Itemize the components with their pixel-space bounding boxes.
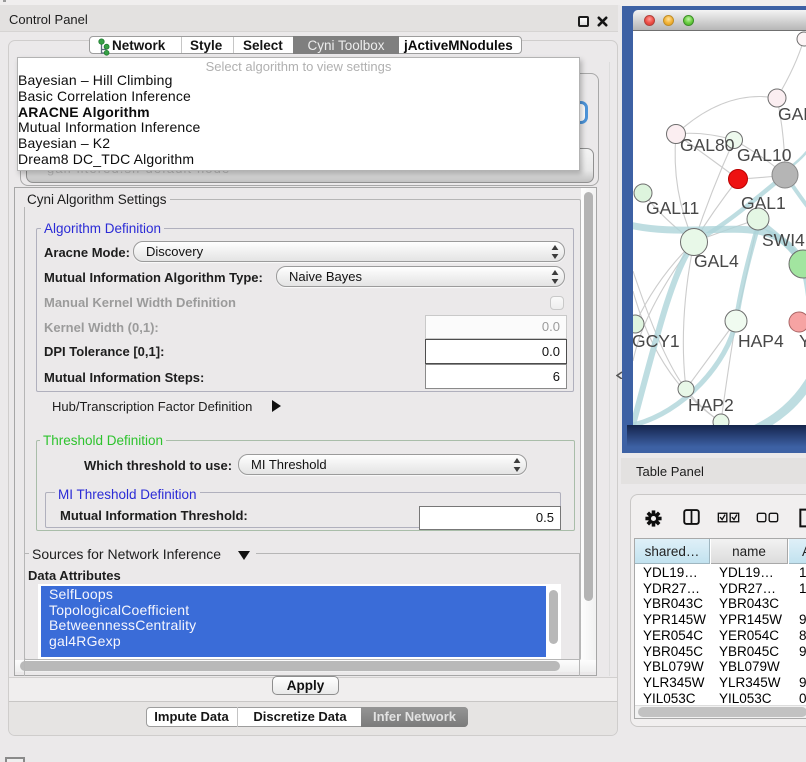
svg-text:GAL4: GAL4 [694,251,739,271]
svg-text:HAP2: HAP2 [688,395,734,415]
svg-text:HAP4: HAP4 [738,331,784,351]
svg-text:GAL80: GAL80 [680,135,735,155]
svg-text:GAL1: GAL1 [741,193,786,213]
svg-text:GAL10: GAL10 [737,145,792,165]
svg-text:Y: Y [799,331,806,351]
svg-text:SWI4: SWI4 [762,230,805,250]
svg-text:GCY1: GCY1 [633,331,680,351]
svg-text:GAL11: GAL11 [646,198,699,218]
svg-text:GAL7: GAL7 [778,104,806,124]
